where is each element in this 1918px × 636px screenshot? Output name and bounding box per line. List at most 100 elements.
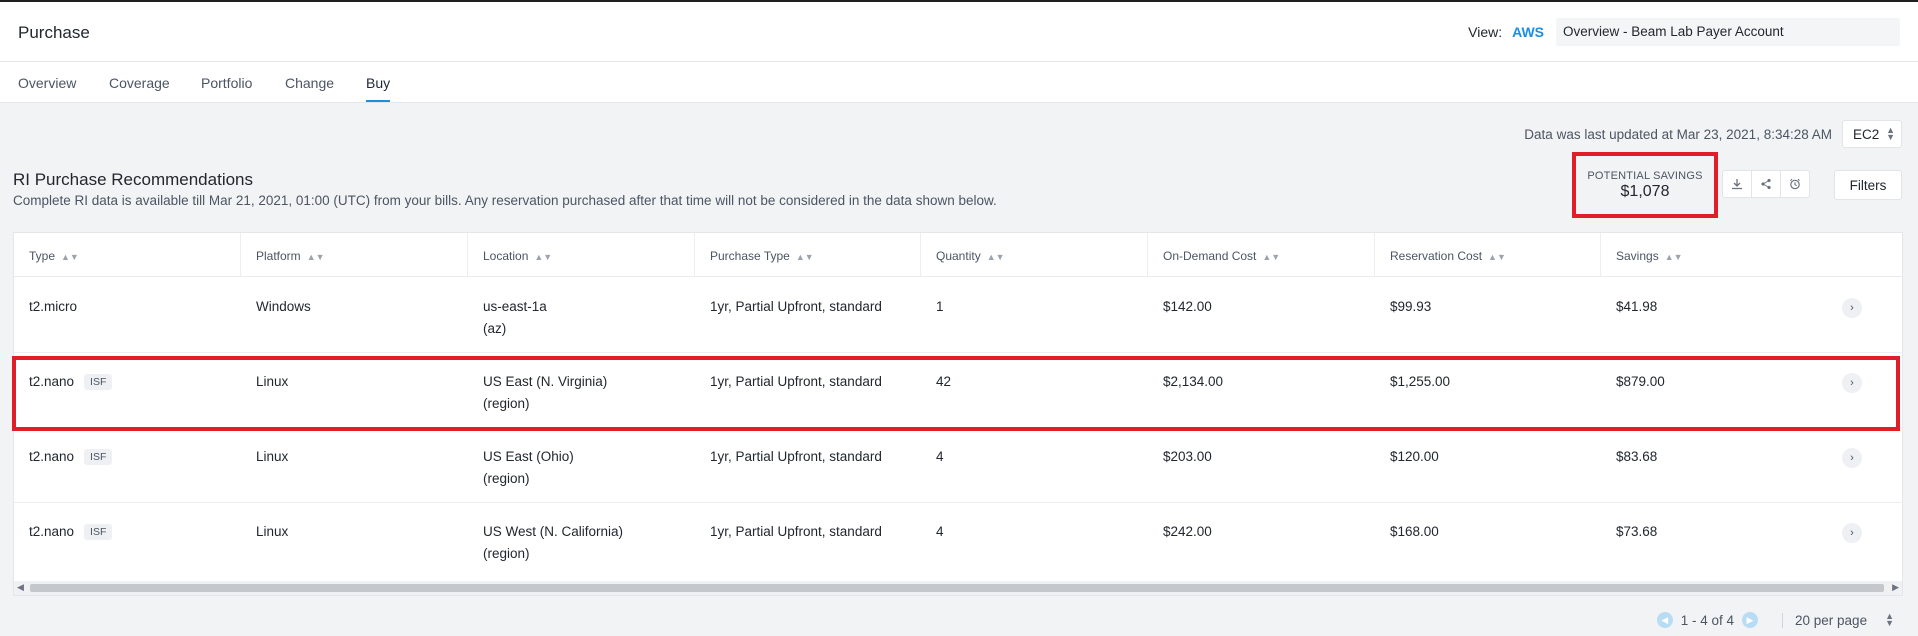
column-header-label: Reservation Cost (1390, 249, 1483, 263)
isf-badge: ISF (84, 449, 113, 465)
instance-type: t2.micro (29, 299, 78, 314)
cell-purchase-type: 1yr, Partial Upfront, standard (710, 524, 882, 539)
previous-page-icon[interactable]: ◀ (1656, 612, 1673, 628)
cell-on-demand-cost: $203.00 (1163, 449, 1212, 464)
cell-savings: $83.68 (1616, 449, 1658, 464)
scrollbar-thumb[interactable] (30, 584, 1884, 592)
per-page-value: 20 per page (1795, 612, 1868, 628)
tab-bar: Overview Coverage Portfolio Change Buy (0, 62, 1918, 103)
location-scope: (region) (483, 546, 530, 561)
page-title: Purchase (18, 23, 90, 42)
column-header-quantity[interactable]: Quantity ▲▼ (921, 233, 1148, 277)
column-header-label: On-Demand Cost (1163, 249, 1257, 263)
column-header-label: Purchase Type (710, 249, 790, 263)
cell-type: t2.micro (29, 296, 77, 318)
sort-icon: ▲▼ (1664, 252, 1683, 262)
sort-icon: ▲▼ (1488, 252, 1506, 262)
cell-location: US East (Ohio) (region) (483, 446, 574, 490)
cell-on-demand-cost: $142.00 (1163, 299, 1212, 314)
page-range: 1 - 4 of 4 (1680, 612, 1735, 628)
share-button[interactable] (1751, 170, 1781, 198)
cell-reservation-cost: $168.00 (1390, 524, 1439, 539)
table-row[interactable]: t2.nano ISF Linux US East (Ohio) (region) … (14, 428, 1904, 503)
tab-coverage[interactable]: Coverage (109, 75, 170, 91)
column-header-location[interactable]: Location ▲▼ (468, 233, 695, 277)
cell-savings: $41.98 (1616, 299, 1658, 314)
service-select-value: EC2 (1853, 127, 1880, 142)
chevron-right-icon[interactable]: › (1842, 298, 1862, 318)
column-header-savings[interactable]: Savings ▲▼ (1601, 233, 1904, 277)
column-header-platform[interactable]: Platform ▲▼ (241, 233, 468, 277)
column-header-type[interactable]: Type ▲▼ (14, 233, 241, 277)
location-scope: (region) (483, 471, 530, 486)
column-header-purchase-type[interactable]: Purchase Type ▲▼ (695, 233, 921, 277)
cell-quantity: 1 (936, 299, 944, 314)
sort-icon: ▲▼ (1262, 252, 1281, 262)
tab-buy[interactable]: Buy (366, 75, 391, 102)
sort-icon: ▲▼ (986, 252, 1005, 262)
action-icon-group (1722, 170, 1810, 198)
cell-quantity: 4 (936, 449, 944, 464)
cell-reservation-cost: $99.93 (1390, 299, 1432, 314)
column-header-label: Location (483, 249, 529, 263)
column-header-reservation-cost[interactable]: Reservation Cost ▲▼ (1375, 233, 1601, 277)
view-label: View: (1468, 24, 1503, 40)
section-subtitle: Complete RI data is available till Mar 2… (13, 193, 997, 208)
column-header-label: Savings (1616, 249, 1659, 263)
alarm-clock-icon (1790, 178, 1800, 190)
table-header: Type ▲▼ Platform ▲▼ Location ▲▼ Purchase Ty… (14, 233, 1904, 277)
view-selector-group: View: AWS Overview - Beam Lab Payer Acco… (1468, 18, 1900, 46)
highlight-annotation (12, 356, 1900, 431)
chevron-right-icon[interactable]: › (1842, 448, 1862, 468)
column-header-on-demand-cost[interactable]: On-Demand Cost ▲▼ (1148, 233, 1375, 277)
potential-savings-label: POTENTIAL SAVINGS (1587, 170, 1703, 182)
cell-platform: Linux (256, 524, 289, 539)
download-button[interactable] (1722, 170, 1752, 198)
table-row[interactable]: t2.nano ISF Linux US West (N. California)… (14, 503, 1904, 578)
per-page-select[interactable]: 20 per page (1782, 612, 1868, 628)
scroll-right-icon[interactable]: ▶ (1892, 582, 1899, 593)
chevron-updown-icon: ▲ ▼ (1886, 125, 1895, 142)
table-row[interactable]: t2.micro Windows us-east-1a (az) 1yr, Par… (14, 278, 1904, 353)
location-name: us-east-1a (483, 299, 547, 314)
sort-icon: ▲▼ (61, 252, 79, 262)
next-page-icon[interactable]: ▶ (1742, 612, 1759, 628)
column-header-label: Platform (256, 249, 301, 263)
cell-savings: $73.68 (1616, 524, 1658, 539)
sort-icon: ▲▼ (534, 252, 553, 262)
last-updated-text: Data was last updated at Mar 23, 2021, 8… (1524, 127, 1832, 142)
cell-quantity: 4 (936, 524, 944, 539)
page-header: Purchase View: AWS Overview - Beam Lab P… (0, 2, 1918, 62)
cell-platform: Linux (256, 449, 289, 464)
cell-purchase-type: 1yr, Partial Upfront, standard (710, 299, 882, 314)
isf-badge: ISF (84, 524, 113, 540)
scroll-left-icon[interactable]: ◀ (17, 582, 24, 593)
pagination: ◀ 1 - 4 of 4 ▶ 20 per page ▲ ▼ (1656, 611, 1894, 628)
share-icon (1761, 178, 1771, 190)
potential-savings-box: POTENTIAL SAVINGS $1,078 (1572, 152, 1718, 218)
section-title: RI Purchase Recommendations (13, 170, 254, 189)
download-icon (1732, 179, 1742, 190)
tab-portfolio[interactable]: Portfolio (201, 75, 252, 91)
cell-on-demand-cost: $242.00 (1163, 524, 1212, 539)
chevron-updown-icon: ▲ ▼ (1885, 611, 1894, 628)
location-scope: (az) (483, 321, 507, 336)
location-name: US East (Ohio) (483, 449, 574, 464)
sort-icon: ▲▼ (306, 252, 325, 262)
horizontal-scrollbar[interactable]: ◀ ▶ (14, 581, 1902, 595)
cell-location: us-east-1a (az) (483, 296, 547, 340)
cell-platform: Windows (256, 299, 311, 314)
chevron-right-icon[interactable]: › (1842, 523, 1862, 543)
service-select[interactable]: EC2 ▲ ▼ (1842, 120, 1902, 148)
tab-overview[interactable]: Overview (18, 75, 76, 91)
tab-change[interactable]: Change (285, 75, 334, 91)
filters-button[interactable]: Filters (1834, 170, 1902, 200)
sort-icon: ▲▼ (795, 252, 814, 262)
potential-savings-value: $1,078 (1620, 183, 1670, 200)
account-select[interactable]: Overview - Beam Lab Payer Account (1556, 18, 1900, 46)
cell-reservation-cost: $120.00 (1390, 449, 1439, 464)
cloud-provider-link[interactable]: AWS (1512, 24, 1544, 40)
instance-type: t2.nano (29, 449, 75, 464)
schedule-button[interactable] (1780, 170, 1810, 198)
location-name: US West (N. California) (483, 524, 624, 539)
